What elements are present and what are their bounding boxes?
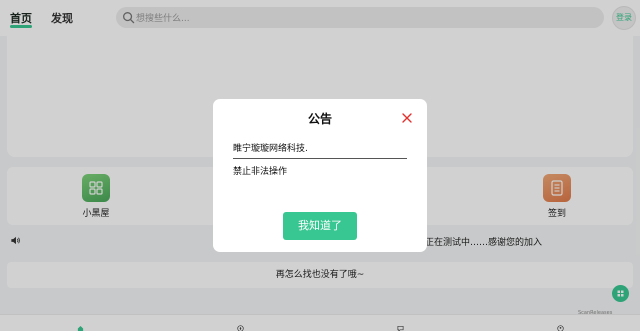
company-name: 睢宁璇璇网络科技.	[233, 144, 308, 154]
acknowledge-button[interactable]: 我知道了	[283, 212, 357, 240]
dialog-title: 公告	[307, 112, 332, 126]
close-icon[interactable]	[402, 113, 412, 123]
notice-rule: 禁止非法操作	[233, 167, 288, 177]
dialog-divider	[233, 158, 407, 159]
announcement-dialog: 公告 睢宁璇璇网络科技. 禁止非法操作 我知道了	[213, 99, 427, 252]
